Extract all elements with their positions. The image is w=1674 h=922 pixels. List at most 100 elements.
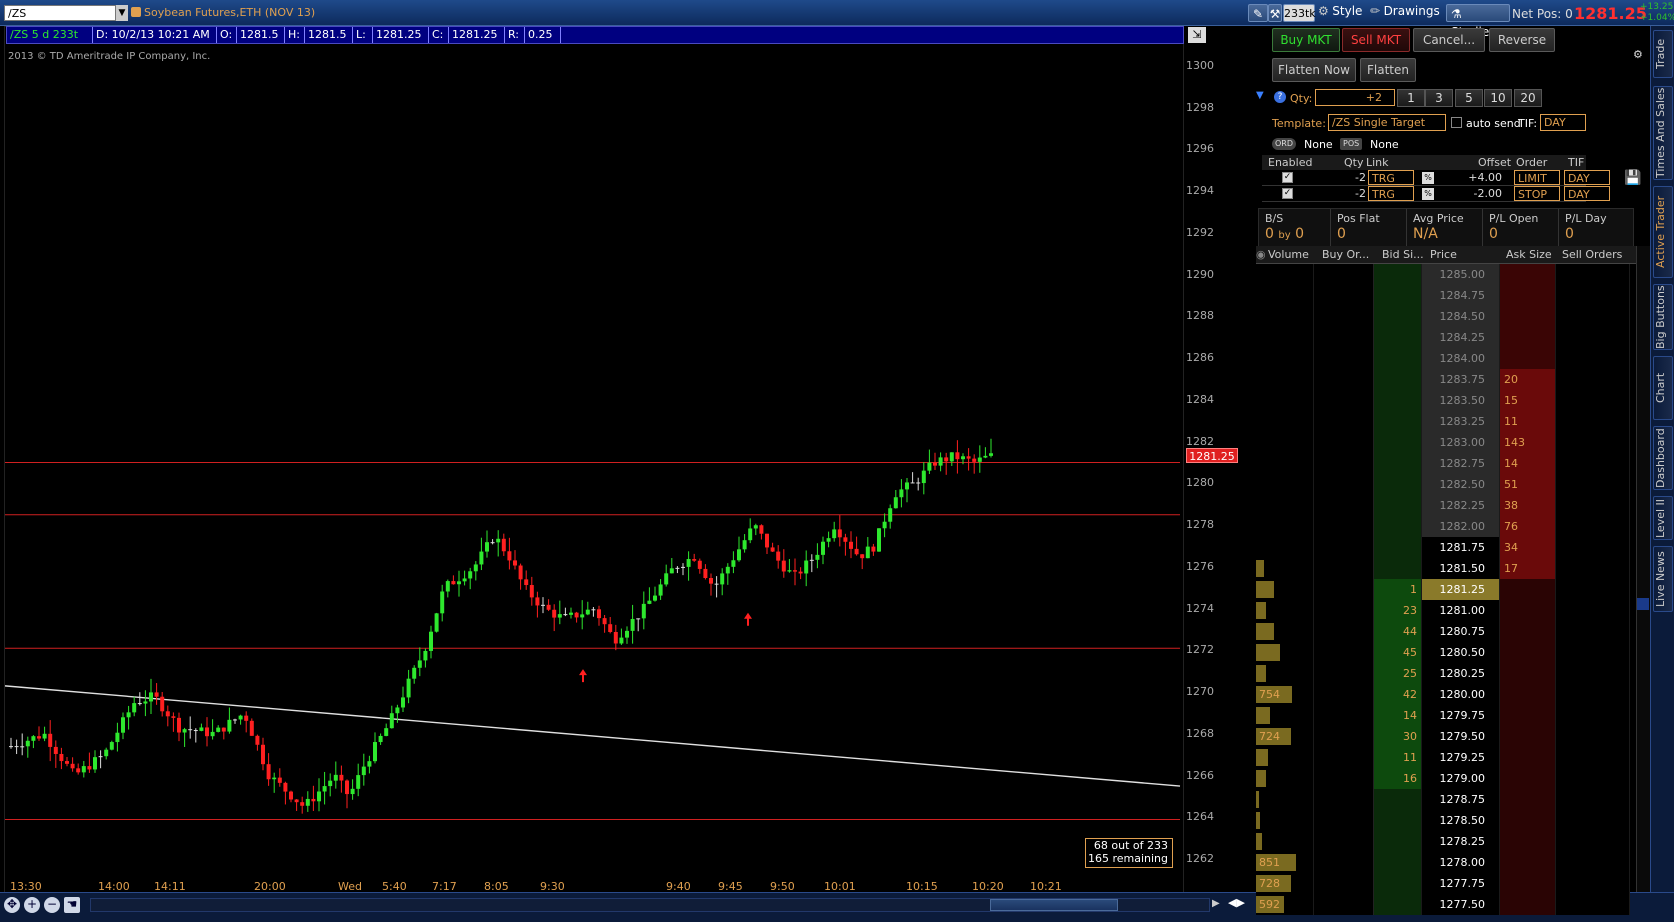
order-type-select[interactable]: STOP bbox=[1514, 186, 1560, 201]
bid-size-cell[interactable]: 16 bbox=[1374, 768, 1422, 789]
cursor-mode-icon[interactable]: ⇲ bbox=[1188, 27, 1206, 43]
bid-size-cell[interactable] bbox=[1374, 894, 1422, 915]
ask-size-cell[interactable]: 76 bbox=[1500, 516, 1556, 537]
ask-size-cell[interactable]: 17 bbox=[1500, 558, 1556, 579]
buy-orders-cell[interactable] bbox=[1314, 264, 1374, 285]
ladder-row[interactable]: 1278.25 bbox=[1256, 831, 1630, 852]
ladder-row[interactable]: 1278.75 bbox=[1256, 789, 1630, 810]
sell-orders-cell[interactable] bbox=[1556, 579, 1630, 600]
buy-orders-cell[interactable] bbox=[1314, 285, 1374, 306]
ask-size-cell[interactable] bbox=[1500, 852, 1556, 873]
bid-size-cell[interactable] bbox=[1374, 495, 1422, 516]
header-bid-size[interactable]: Bid Si... bbox=[1382, 246, 1424, 264]
side-tab-times-and-sales[interactable]: Times And Sales bbox=[1653, 86, 1673, 180]
sell-orders-cell[interactable] bbox=[1556, 474, 1630, 495]
qty-preset-20[interactable]: 20 bbox=[1514, 89, 1542, 107]
ladder-row[interactable]: 851 1278.00 bbox=[1256, 852, 1630, 873]
buy-orders-cell[interactable] bbox=[1314, 726, 1374, 747]
sell-orders-cell[interactable] bbox=[1556, 558, 1630, 579]
bid-size-cell[interactable]: 30 bbox=[1374, 726, 1422, 747]
ask-size-cell[interactable] bbox=[1500, 285, 1556, 306]
buy-orders-cell[interactable] bbox=[1314, 831, 1374, 852]
flatten-button[interactable]: Flatten bbox=[1360, 58, 1416, 82]
sell-orders-cell[interactable] bbox=[1556, 327, 1630, 348]
side-tab-trade[interactable]: Trade bbox=[1653, 30, 1673, 78]
side-tab-dashboard[interactable]: Dashboard bbox=[1653, 426, 1673, 490]
buy-orders-cell[interactable] bbox=[1314, 705, 1374, 726]
cancel-button[interactable]: Cancel... bbox=[1413, 28, 1485, 52]
symbol-dropdown-icon[interactable]: ▼ bbox=[116, 5, 128, 21]
buy-orders-cell[interactable] bbox=[1314, 621, 1374, 642]
buy-orders-cell[interactable] bbox=[1314, 474, 1374, 495]
bid-size-cell[interactable] bbox=[1374, 264, 1422, 285]
sell-orders-cell[interactable] bbox=[1556, 894, 1630, 915]
sell-orders-cell[interactable] bbox=[1556, 789, 1630, 810]
qty-preset-3[interactable]: 3 bbox=[1425, 89, 1453, 107]
sell-orders-cell[interactable] bbox=[1556, 684, 1630, 705]
order-tif-select[interactable]: DAY bbox=[1564, 170, 1610, 185]
drawings-menu[interactable]: ✏ Drawings bbox=[1370, 4, 1450, 22]
symbol-input[interactable]: /ZS bbox=[4, 5, 116, 21]
ladder-row[interactable]: 16 1279.00 bbox=[1256, 768, 1630, 789]
qty-input[interactable]: +2 bbox=[1315, 89, 1395, 106]
qty-preset-5[interactable]: 5 bbox=[1455, 89, 1483, 107]
expand-icon[interactable]: ◀▶ bbox=[1228, 896, 1245, 912]
buy-orders-cell[interactable] bbox=[1314, 768, 1374, 789]
ask-size-cell[interactable] bbox=[1500, 327, 1556, 348]
side-tab-active-trader[interactable]: Active Trader bbox=[1653, 186, 1673, 278]
ladder-row[interactable]: 44 1280.75 bbox=[1256, 621, 1630, 642]
bid-size-cell[interactable] bbox=[1374, 537, 1422, 558]
sell-orders-cell[interactable] bbox=[1556, 747, 1630, 768]
ladder-row[interactable]: 724 30 1279.50 bbox=[1256, 726, 1630, 747]
enabled-checkbox[interactable]: ✓ bbox=[1282, 172, 1293, 183]
buy-orders-cell[interactable] bbox=[1314, 873, 1374, 894]
ladder-row[interactable]: 1283.50 15 bbox=[1256, 390, 1630, 411]
buy-orders-cell[interactable] bbox=[1314, 600, 1374, 621]
ask-size-cell[interactable]: 11 bbox=[1500, 411, 1556, 432]
ladder-row[interactable]: 1283.25 11 bbox=[1256, 411, 1630, 432]
ladder-row[interactable]: 45 1280.50 bbox=[1256, 642, 1630, 663]
ask-size-cell[interactable] bbox=[1500, 264, 1556, 285]
zoom-out-icon[interactable]: − bbox=[44, 897, 60, 913]
ladder-row[interactable]: 1282.75 14 bbox=[1256, 453, 1630, 474]
ask-size-cell[interactable] bbox=[1500, 789, 1556, 810]
buy-orders-cell[interactable] bbox=[1314, 306, 1374, 327]
sell-orders-cell[interactable] bbox=[1556, 285, 1630, 306]
bid-size-cell[interactable]: 44 bbox=[1374, 621, 1422, 642]
pan-icon[interactable]: ✥ bbox=[4, 897, 20, 913]
studies-button[interactable]: ⚗ Studies bbox=[1446, 4, 1510, 39]
ask-size-cell[interactable] bbox=[1500, 747, 1556, 768]
sell-orders-cell[interactable] bbox=[1556, 432, 1630, 453]
header-price[interactable]: Price bbox=[1430, 246, 1457, 264]
hand-icon[interactable]: ☚ bbox=[64, 897, 80, 913]
buy-orders-cell[interactable] bbox=[1314, 432, 1374, 453]
bid-size-cell[interactable] bbox=[1374, 411, 1422, 432]
ask-size-cell[interactable] bbox=[1500, 600, 1556, 621]
enabled-checkbox[interactable]: ✓ bbox=[1282, 188, 1293, 199]
ask-size-cell[interactable]: 20 bbox=[1500, 369, 1556, 390]
ask-size-cell[interactable]: 34 bbox=[1500, 537, 1556, 558]
ladder-scrollbar[interactable] bbox=[1636, 246, 1650, 892]
help-icon[interactable]: ? bbox=[1274, 91, 1286, 103]
scroll-right-icon[interactable]: ▶ bbox=[1212, 898, 1224, 912]
bid-size-cell[interactable]: 14 bbox=[1374, 705, 1422, 726]
order-tif-select[interactable]: DAY bbox=[1564, 186, 1610, 201]
sell-orders-cell[interactable] bbox=[1556, 390, 1630, 411]
sell-orders-cell[interactable] bbox=[1556, 705, 1630, 726]
link-color-icon[interactable] bbox=[131, 7, 141, 17]
ladder-row[interactable]: 1283.75 20 bbox=[1256, 369, 1630, 390]
header-sell-orders[interactable]: Sell Orders bbox=[1562, 246, 1622, 264]
bid-size-cell[interactable]: 45 bbox=[1374, 642, 1422, 663]
ask-size-cell[interactable] bbox=[1500, 306, 1556, 327]
ask-size-cell[interactable] bbox=[1500, 726, 1556, 747]
buy-orders-cell[interactable] bbox=[1314, 642, 1374, 663]
sell-orders-cell[interactable] bbox=[1556, 831, 1630, 852]
side-tab-live-news[interactable]: Live News bbox=[1653, 546, 1673, 612]
sell-orders-cell[interactable] bbox=[1556, 516, 1630, 537]
bid-size-cell[interactable] bbox=[1374, 369, 1422, 390]
buy-orders-cell[interactable] bbox=[1314, 411, 1374, 432]
sell-orders-cell[interactable] bbox=[1556, 600, 1630, 621]
bid-size-cell[interactable] bbox=[1374, 327, 1422, 348]
ladder-row[interactable]: 1282.25 38 bbox=[1256, 495, 1630, 516]
flatten-now-button[interactable]: Flatten Now bbox=[1272, 58, 1356, 82]
